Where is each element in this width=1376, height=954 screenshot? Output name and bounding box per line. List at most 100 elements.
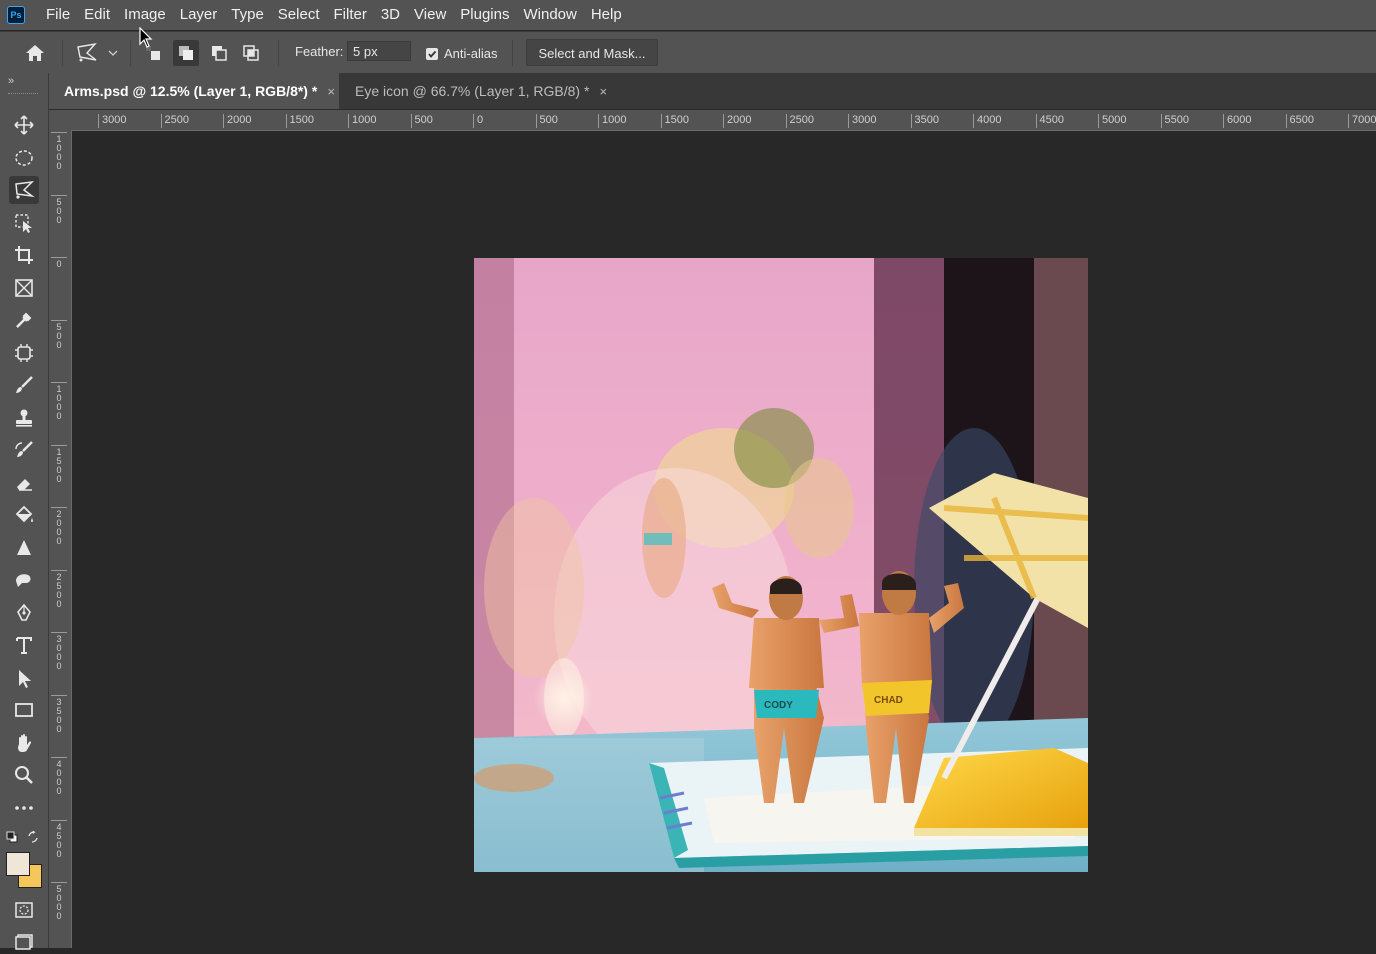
polygonal-lasso-preset-icon[interactable] — [74, 40, 100, 66]
marquee-icon — [15, 150, 33, 166]
ruler-label: 4500 — [1035, 114, 1064, 128]
menu-window[interactable]: Window — [516, 0, 583, 30]
ruler-label: 1000 — [51, 132, 67, 171]
object-selection-tool[interactable] — [9, 209, 39, 237]
ruler-label: 2000 — [723, 114, 751, 128]
hand-tool[interactable] — [9, 729, 39, 757]
type-tool[interactable] — [9, 631, 39, 659]
object-selection-icon — [15, 214, 32, 233]
menu-image[interactable]: Image — [117, 0, 173, 30]
pen-tool[interactable] — [9, 599, 39, 627]
quick-mask-button[interactable] — [9, 896, 39, 924]
chevron-down-icon[interactable] — [106, 46, 120, 60]
rectangle-tool[interactable] — [9, 696, 39, 724]
clone-stamp-tool[interactable] — [9, 404, 39, 432]
crop-tool[interactable] — [9, 241, 39, 269]
home-icon[interactable] — [22, 42, 48, 64]
separator — [62, 40, 63, 66]
ruler-label: 4000 — [973, 114, 1001, 128]
hand-icon — [18, 734, 32, 752]
vertical-ruler[interactable]: 1000500050010001500200025003000350040004… — [49, 130, 72, 948]
intersect-selection-icon[interactable] — [238, 40, 264, 66]
history-brush-icon — [15, 441, 33, 457]
photoshop-logo-icon[interactable]: Ps — [7, 6, 25, 24]
ruler-label: 3000 — [98, 114, 126, 128]
menu-type[interactable]: Type — [224, 0, 271, 30]
menu-edit[interactable]: Edit — [77, 0, 117, 30]
menu-file[interactable]: File — [39, 0, 77, 30]
document-canvas-image[interactable]: CODY CHAD — [474, 258, 1088, 872]
close-icon[interactable]: × — [327, 84, 335, 99]
swap-colors-icon[interactable] — [27, 830, 39, 843]
ruler-label: 1500 — [285, 114, 314, 128]
lasso-tool[interactable] — [9, 176, 39, 204]
ruler-label: 6500 — [1285, 114, 1314, 128]
ruler-label: 500 — [410, 114, 433, 128]
menu-layer[interactable]: Layer — [173, 0, 225, 30]
rectangle-icon — [15, 703, 33, 717]
marquee-tool[interactable] — [9, 144, 39, 172]
eyedropper-tool[interactable] — [9, 306, 39, 334]
move-tool[interactable] — [9, 111, 39, 139]
ruler-label: 3500 — [910, 114, 939, 128]
menu-filter[interactable]: Filter — [327, 0, 374, 30]
menu-view[interactable]: View — [407, 0, 453, 30]
paint-bucket-tool[interactable] — [9, 501, 39, 529]
antialias-label: Anti-alias — [444, 46, 498, 61]
ruler-label: 4500 — [51, 819, 67, 859]
ruler-label: 5500 — [1160, 114, 1189, 128]
document-tab-bar: Arms.psd @ 12.5% (Layer 1, RGB/8*) * × E… — [49, 73, 1376, 110]
foreground-color-swatch[interactable] — [6, 852, 30, 876]
menu-help[interactable]: Help — [584, 0, 629, 30]
panel-grip[interactable] — [8, 93, 38, 97]
tab-label: Arms.psd @ 12.5% (Layer 1, RGB/8*) * — [64, 83, 318, 99]
ruler-label: 2000 — [223, 114, 251, 128]
feather-label: Feather: — [295, 44, 344, 59]
ruler-label: 2500 — [785, 114, 814, 128]
tab-eye-icon[interactable]: Eye icon @ 66.7% (Layer 1, RGB/8) * × — [340, 73, 620, 109]
menu-plugins[interactable]: Plugins — [453, 0, 516, 30]
quick-mask-icon — [15, 902, 33, 918]
frame-tool[interactable] — [9, 274, 39, 302]
antialias-checkbox[interactable] — [426, 48, 438, 60]
ruler-label: 3500 — [51, 694, 67, 734]
path-selection-tool[interactable] — [9, 664, 39, 692]
ruler-label: 500 — [51, 319, 67, 350]
menu-3d[interactable]: 3D — [374, 0, 407, 30]
feather-input[interactable] — [347, 41, 411, 61]
tab-label: Eye icon @ 66.7% (Layer 1, RGB/8) * — [355, 83, 590, 99]
photo-content: CODY CHAD — [474, 258, 1088, 872]
screen-mode-button[interactable] — [9, 926, 39, 954]
dodge-tool[interactable] — [9, 566, 39, 594]
horizontal-ruler[interactable]: 3000 2500 2000 1500 1000 500 0 500 1000 1500 2000 2… — [72, 110, 1376, 131]
zoom-icon — [15, 766, 33, 784]
menu-select[interactable]: Select — [271, 0, 327, 30]
subtract-from-selection-icon[interactable] — [206, 40, 232, 66]
ruler-origin[interactable] — [49, 110, 72, 130]
more-tools-button[interactable] — [9, 794, 39, 822]
close-icon[interactable]: × — [599, 84, 607, 99]
ruler-label: 7000 — [1348, 114, 1376, 128]
polygonal-lasso-icon — [15, 180, 35, 199]
zoom-tool[interactable] — [9, 761, 39, 789]
select-and-mask-button[interactable]: Select and Mask... — [526, 39, 658, 66]
eraser-tool[interactable] — [9, 469, 39, 497]
ruler-label: 4000 — [51, 757, 67, 796]
paint-bucket-icon — [15, 505, 33, 523]
brush-tool[interactable] — [9, 371, 39, 399]
sharpen-tool[interactable] — [9, 534, 39, 562]
brush-icon — [16, 376, 33, 393]
history-brush-tool[interactable] — [9, 436, 39, 464]
add-to-selection-icon[interactable] — [173, 40, 199, 66]
more-tools-icon — [15, 806, 33, 810]
ruler-label: 500 — [51, 194, 67, 225]
default-colors-icon[interactable] — [6, 830, 18, 843]
tab-arms-psd[interactable]: Arms.psd @ 12.5% (Layer 1, RGB/8*) * × — [49, 73, 339, 109]
ruler-label: 2500 — [51, 569, 67, 609]
collapse-panel-icon[interactable]: » — [8, 75, 14, 87]
options-bar: Feather: Anti-alias Select and Mask... — [0, 31, 1376, 74]
patch-tool[interactable] — [9, 339, 39, 367]
path-select-icon — [19, 670, 31, 688]
menu-bar: Ps File Edit Image Layer Type Select Fil… — [0, 0, 1376, 30]
tools-panel: » — [0, 73, 49, 950]
